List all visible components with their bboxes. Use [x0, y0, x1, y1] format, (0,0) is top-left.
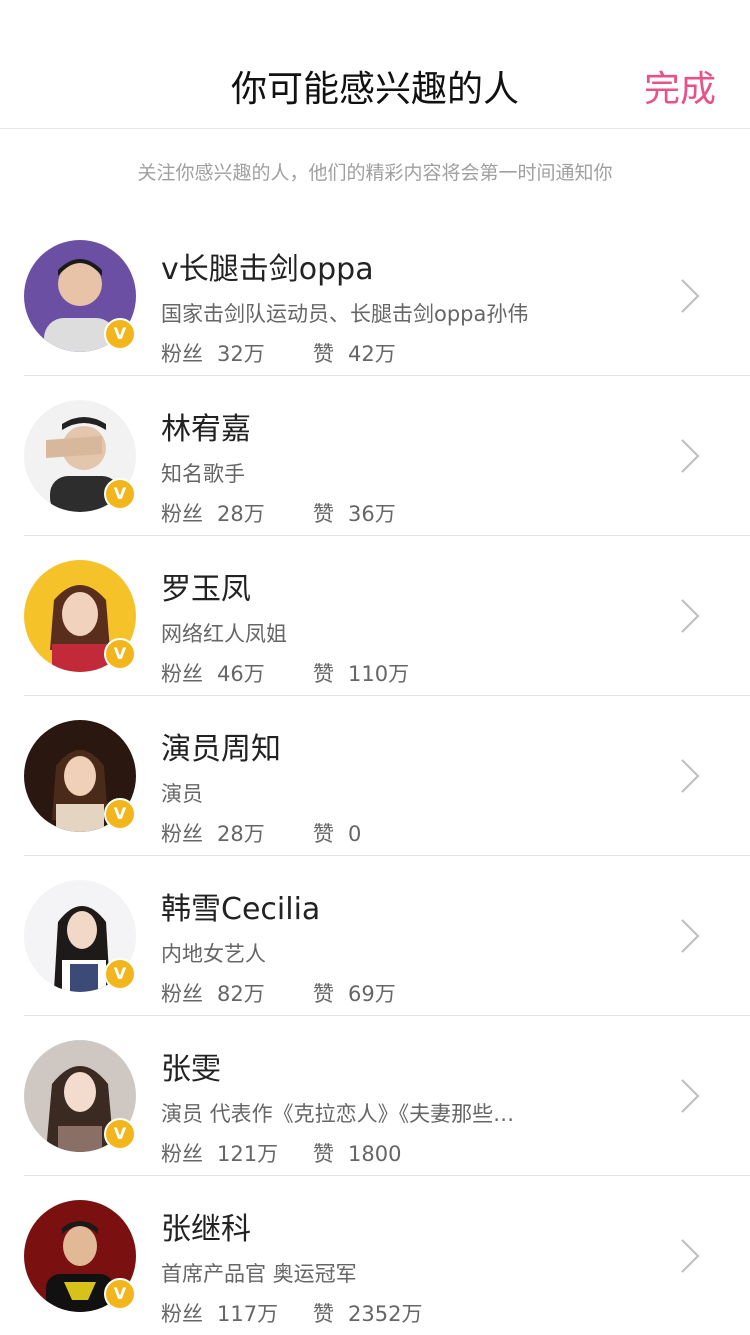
likes-label: 赞: [313, 1302, 334, 1326]
likes-count: 1800: [348, 1142, 402, 1166]
chevron-right-icon: [681, 1079, 700, 1113]
likes-count: 2352万: [348, 1302, 423, 1326]
nav-bar: 你可能感兴趣的人 完成: [0, 0, 750, 129]
fans-label: 粉丝: [161, 342, 203, 366]
user-description: 首席产品官 奥运冠军: [161, 1262, 357, 1286]
likes-label: 赞: [313, 342, 334, 366]
user-row[interactable]: V 林宥嘉 知名歌手 粉丝 28万 赞 36万: [24, 376, 750, 536]
verified-badge-icon: V: [104, 478, 136, 510]
user-stats: 粉丝 82万 赞 69万: [161, 978, 396, 1008]
chevron-right-icon: [681, 439, 700, 473]
fans-count: 117万: [217, 1302, 279, 1326]
fans-count: 28万: [217, 822, 265, 846]
user-row[interactable]: V v长腿击剑oppa 国家击剑队运动员、长腿击剑oppa孙伟 粉丝 32万 赞 42…: [24, 216, 750, 376]
chevron-right-icon: [681, 279, 700, 313]
user-name: 张雯: [161, 1052, 221, 1087]
user-description: 知名歌手: [161, 462, 245, 486]
user-description: 演员 代表作《克拉恋人》《夫妻那些…: [161, 1102, 515, 1126]
chevron-right-icon: [681, 599, 700, 633]
fans-label: 粉丝: [161, 502, 203, 526]
user-row[interactable]: V 张继科 首席产品官 奥运冠军 粉丝 117万 赞 2352万: [24, 1176, 750, 1335]
likes-label: 赞: [313, 1142, 334, 1166]
fans-label: 粉丝: [161, 1302, 203, 1326]
likes-label: 赞: [313, 502, 334, 526]
fans-count: 121万: [217, 1142, 279, 1166]
user-row[interactable]: V 韩雪Cecilia 内地女艺人 粉丝 82万 赞 69万: [24, 856, 750, 1016]
chevron-right-icon: [681, 919, 700, 953]
user-name: 韩雪Cecilia: [161, 892, 321, 927]
verified-badge-icon: V: [104, 958, 136, 990]
user-stats: 粉丝 46万 赞 110万: [161, 658, 409, 688]
verified-badge-icon: V: [104, 1118, 136, 1150]
user-stats: 粉丝 117万 赞 2352万: [161, 1298, 422, 1328]
user-name: 张继科: [161, 1212, 251, 1247]
subtitle-text: 关注你感兴趣的人，他们的精彩内容将会第一时间通知你: [137, 162, 613, 184]
likes-label: 赞: [313, 822, 334, 846]
verified-badge-icon: V: [104, 318, 136, 350]
chevron-right-icon: [681, 1239, 700, 1273]
user-name: v长腿击剑oppa: [161, 252, 374, 287]
user-row[interactable]: V 演员周知 演员 粉丝 28万 赞 0: [24, 696, 750, 856]
fans-label: 粉丝: [161, 822, 203, 846]
likes-count: 42万: [348, 342, 396, 366]
verified-badge-icon: V: [104, 638, 136, 670]
suggested-users-list: V v长腿击剑oppa 国家击剑队运动员、长腿击剑oppa孙伟 粉丝 32万赞 42…: [0, 216, 750, 1335]
likes-count: 0: [348, 822, 362, 846]
chevron-right-icon: [681, 759, 700, 793]
fans-label: 粉丝: [161, 1142, 203, 1166]
user-stats: 粉丝 28万 赞 36万: [161, 498, 396, 528]
fans-count: 46万: [217, 662, 265, 686]
page-title: 你可能感兴趣的人: [230, 69, 519, 110]
fans-label: 粉丝: [161, 662, 203, 686]
user-row[interactable]: V 张雯 演员 代表作《克拉恋人》《夫妻那些… 粉丝 121万 赞 1800: [24, 1016, 750, 1176]
fans-count: 82万: [217, 982, 265, 1006]
done-button[interactable]: 完成: [644, 60, 716, 112]
likes-label: 赞: [313, 662, 334, 686]
user-stats: 粉丝 28万 赞 0: [161, 818, 361, 848]
fans-label: 粉丝: [161, 982, 203, 1006]
verified-badge-icon: V: [104, 1278, 136, 1310]
user-description: 内地女艺人: [161, 942, 266, 966]
fans-count: 32万: [217, 342, 265, 366]
user-description: 网络红人凤姐: [161, 622, 287, 646]
fans-count: 28万: [217, 502, 265, 526]
user-description: 国家击剑队运动员、长腿击剑oppa孙伟: [161, 302, 529, 326]
verified-badge-icon: V: [104, 798, 136, 830]
likes-count: 36万: [348, 502, 396, 526]
user-row[interactable]: V 罗玉凤 网络红人凤姐 粉丝 46万 赞 110万: [24, 536, 750, 696]
likes-count: 69万: [348, 982, 396, 1006]
likes-label: 赞: [313, 982, 334, 1006]
user-stats: 粉丝 121万 赞 1800: [161, 1138, 401, 1168]
user-name: 罗玉凤: [161, 572, 251, 607]
likes-count: 110万: [348, 662, 410, 686]
user-name: 林宥嘉: [161, 412, 251, 447]
user-name: 演员周知: [161, 732, 281, 767]
user-description: 演员: [161, 782, 203, 806]
user-stats: 粉丝 32万 赞 42万: [161, 338, 396, 368]
